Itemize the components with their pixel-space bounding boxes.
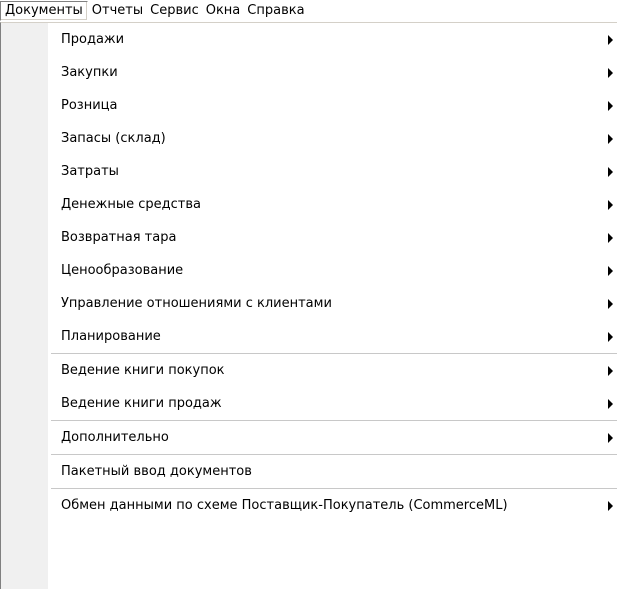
menu-item-label: Ведение книги продаж: [61, 396, 222, 411]
menu-item-label: Пакетный ввод документов: [61, 464, 252, 479]
menu-item-label: Розница: [61, 98, 118, 113]
menu-item-label: Планирование: [61, 329, 161, 344]
menu-item-label: Ведение книги покупок: [61, 363, 225, 378]
submenu-arrow-icon: [608, 200, 613, 210]
menu-item-retail[interactable]: Розница: [47, 89, 617, 122]
submenu-arrow-icon: [608, 366, 613, 376]
submenu-arrow-icon: [608, 233, 613, 243]
submenu-arrow-icon: [608, 101, 613, 111]
submenu-arrow-icon: [608, 299, 613, 309]
submenu-arrow-icon: [608, 134, 613, 144]
menu-item-label: Денежные средства: [61, 197, 201, 212]
menu-item-commerceml-exchange[interactable]: Обмен данными по схеме Поставщик-Покупат…: [47, 489, 617, 522]
menu-item-label: Ценообразование: [61, 263, 184, 278]
menu-item-label: Закупки: [61, 65, 118, 80]
documents-dropdown-menu: Продажи Закупки Розница Запасы (склад) З…: [0, 22, 617, 589]
menu-item-additional[interactable]: Дополнительно: [47, 421, 617, 454]
menu-item-label: Затраты: [61, 164, 119, 179]
menu-service[interactable]: Сервис: [147, 1, 202, 21]
menu-item-label: Возвратная тара: [61, 230, 177, 245]
submenu-arrow-icon: [608, 399, 613, 409]
menu-item-label: Запасы (склад): [61, 131, 166, 146]
menu-reports[interactable]: Отчеты: [89, 1, 146, 21]
menu-item-label: Продажи: [61, 32, 125, 47]
menu-item-returnable-containers[interactable]: Возвратная тара: [47, 221, 617, 254]
menu-items: Продажи Закупки Розница Запасы (склад) З…: [47, 23, 617, 522]
menu-item-cash[interactable]: Денежные средства: [47, 188, 617, 221]
menu-item-label: Дополнительно: [61, 430, 169, 445]
menu-item-purchases[interactable]: Закупки: [47, 56, 617, 89]
menu-item-batch-entry[interactable]: Пакетный ввод документов: [47, 455, 617, 488]
menu-item-costs[interactable]: Затраты: [47, 155, 617, 188]
menu-item-label: Управление отношениями с клиентами: [61, 296, 332, 311]
menu-windows[interactable]: Окна: [203, 1, 244, 21]
submenu-arrow-icon: [608, 167, 613, 177]
menu-item-pricing[interactable]: Ценообразование: [47, 254, 617, 287]
menu-icon-gutter: [1, 23, 48, 589]
menu-item-crm[interactable]: Управление отношениями с клиентами: [47, 287, 617, 320]
menu-item-purchase-ledger[interactable]: Ведение книги покупок: [47, 354, 617, 387]
submenu-arrow-icon: [608, 35, 613, 45]
menu-item-sales-ledger[interactable]: Ведение книги продаж: [47, 387, 617, 420]
menu-documents[interactable]: Документы: [0, 1, 88, 21]
submenu-arrow-icon: [608, 501, 613, 511]
menubar: Документы Отчеты Сервис Окна Справка: [0, 0, 619, 22]
submenu-arrow-icon: [608, 433, 613, 443]
submenu-arrow-icon: [608, 68, 613, 78]
menu-item-sales[interactable]: Продажи: [47, 23, 617, 56]
menu-help[interactable]: Справка: [244, 1, 307, 21]
submenu-arrow-icon: [608, 332, 613, 342]
menu-item-planning[interactable]: Планирование: [47, 320, 617, 353]
menu-item-label: Обмен данными по схеме Поставщик-Покупат…: [61, 498, 508, 513]
submenu-arrow-icon: [608, 266, 613, 276]
menu-item-inventory[interactable]: Запасы (склад): [47, 122, 617, 155]
